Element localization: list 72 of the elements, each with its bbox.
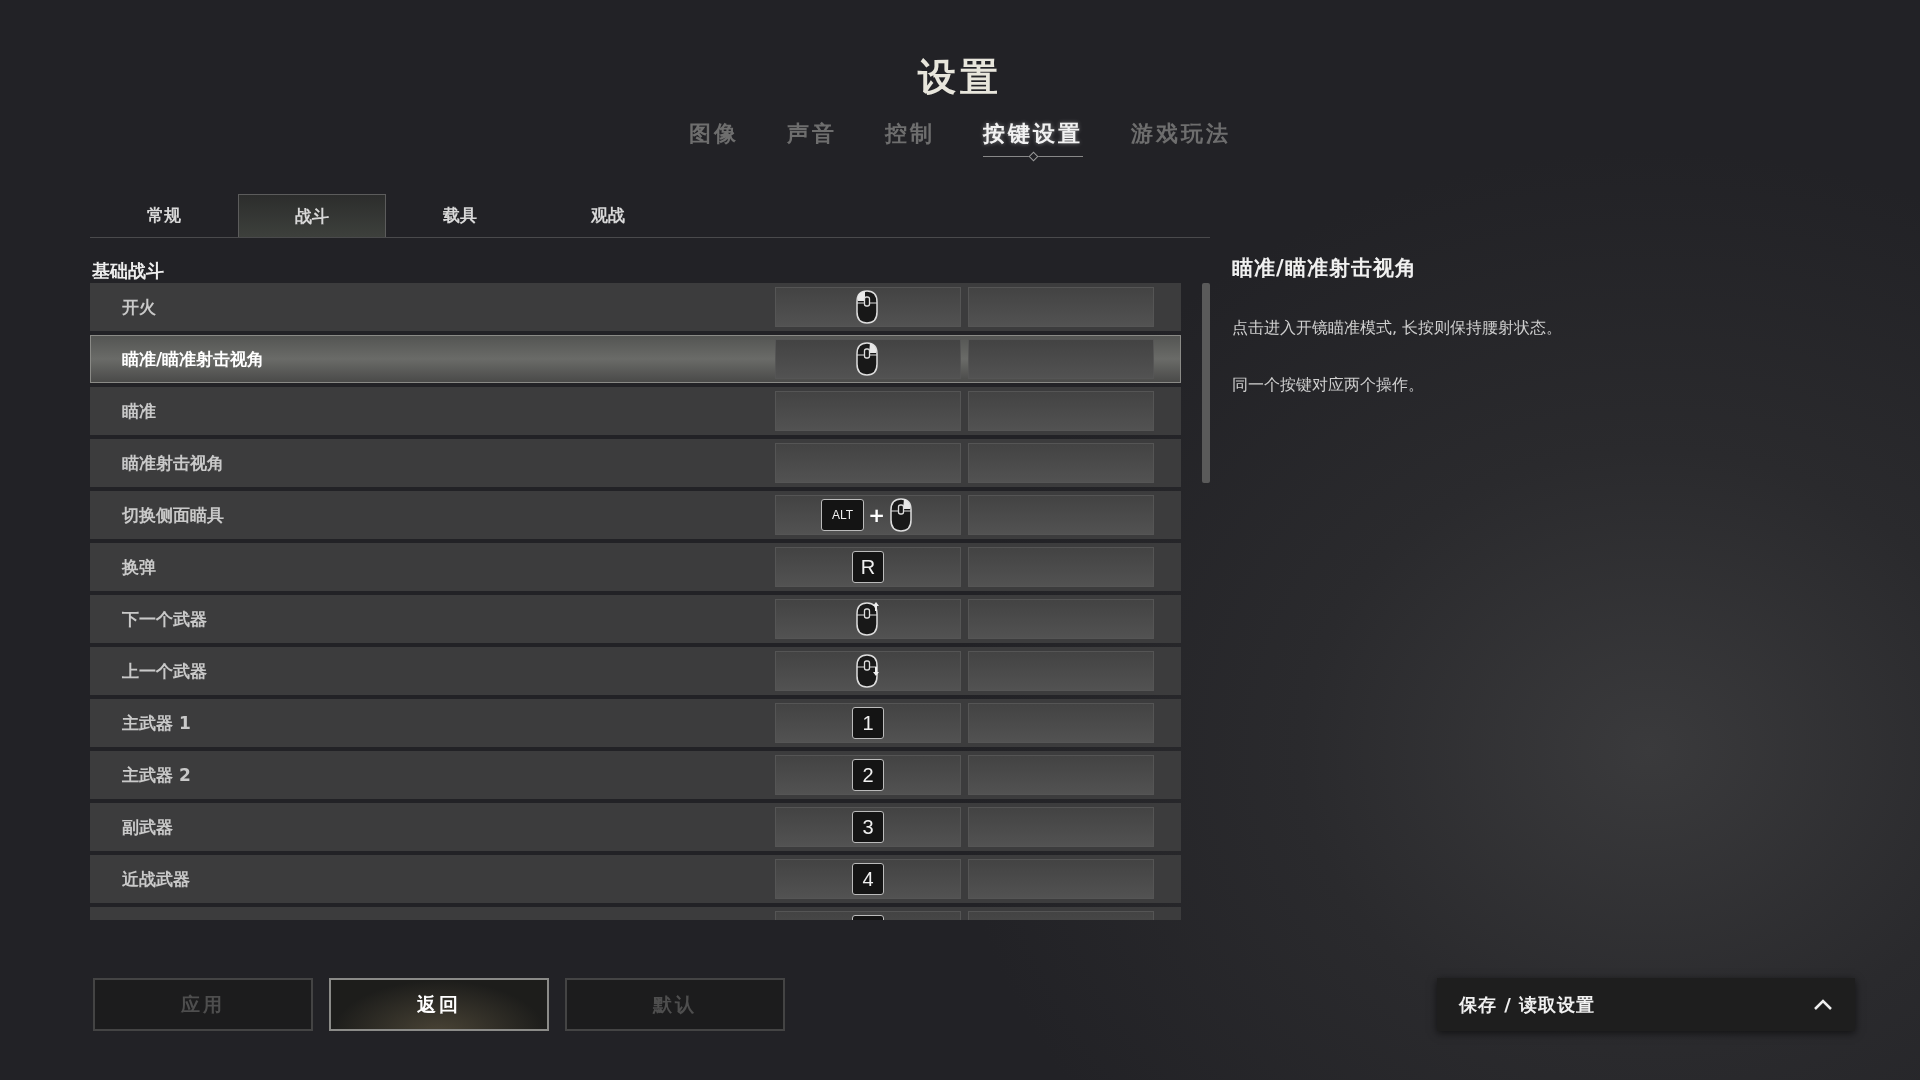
- key-cap: R: [852, 551, 884, 583]
- detail-text: 同一个按键对应两个操作。: [1232, 375, 1425, 396]
- primary-binding-slot[interactable]: [775, 339, 961, 379]
- keybind-row[interactable]: 瞄准/瞄准射击视角: [90, 335, 1181, 383]
- action-label: 近战武器: [122, 868, 190, 889]
- key-cap: 4: [852, 863, 884, 895]
- action-label: 开火: [122, 296, 156, 317]
- save-load-dropdown[interactable]: 保存 / 读取设置: [1437, 978, 1855, 1031]
- action-label: 主武器 1: [122, 712, 191, 733]
- secondary-binding-slot[interactable]: [968, 391, 1154, 431]
- sub-tab[interactable]: 观战: [534, 194, 682, 237]
- keybind-row[interactable]: 近战武器 4: [90, 855, 1181, 903]
- mouse-icon: [855, 341, 881, 377]
- action-label: 主武器 2: [122, 764, 191, 785]
- scrollbar-thumb[interactable]: [1202, 283, 1210, 483]
- sub-tab[interactable]: 载具: [386, 194, 534, 237]
- action-label: 换弹: [122, 556, 156, 577]
- secondary-binding-slot[interactable]: [968, 703, 1154, 743]
- action-label: 上一个武器: [122, 660, 207, 681]
- sub-tab[interactable]: 战斗: [238, 194, 386, 237]
- mouse-icon: [855, 289, 881, 325]
- keybind-row[interactable]: 切换侧面瞄具 ALT +: [90, 491, 1181, 539]
- action-label: 下一个武器: [122, 608, 207, 629]
- secondary-binding-slot[interactable]: [968, 339, 1154, 379]
- keybind-row[interactable]: 下一个武器: [90, 595, 1181, 643]
- page-title: 设置: [918, 54, 1002, 101]
- secondary-binding-slot[interactable]: [968, 443, 1154, 483]
- mouse-icon: [855, 601, 881, 637]
- primary-binding-slot[interactable]: 2: [775, 755, 961, 795]
- secondary-binding-slot[interactable]: [968, 859, 1154, 899]
- secondary-binding-slot[interactable]: [968, 807, 1154, 847]
- secondary-binding-slot[interactable]: [968, 599, 1154, 639]
- secondary-binding-slot[interactable]: [968, 547, 1154, 587]
- keybind-row[interactable]: 瞄准: [90, 387, 1181, 435]
- primary-binding-slot[interactable]: R: [775, 547, 961, 587]
- primary-binding-slot[interactable]: 3: [775, 807, 961, 847]
- action-label: 瞄准射击视角: [122, 452, 224, 473]
- mouse-icon: [888, 497, 915, 533]
- plus-sign: +: [868, 503, 885, 527]
- secondary-binding-slot[interactable]: [968, 651, 1154, 691]
- action-label: 瞄准: [122, 400, 156, 421]
- keybind-row[interactable]: 瞄准射击视角: [90, 439, 1181, 487]
- primary-binding-slot[interactable]: ALT +: [775, 495, 961, 535]
- chevron-icon: [1813, 998, 1833, 1011]
- action-label: 切换侧面瞄具: [122, 504, 224, 525]
- primary-binding-slot[interactable]: [775, 599, 961, 639]
- main-tab[interactable]: 按键设置: [959, 119, 1107, 163]
- section-heading: 基础战斗: [91, 259, 165, 283]
- keybind-row[interactable]: 上一个武器: [90, 647, 1181, 695]
- key-cap: 1: [852, 707, 884, 739]
- keybind-row[interactable]: 换弹 R: [90, 543, 1181, 591]
- keybind-row[interactable]: 副武器 3: [90, 803, 1181, 851]
- primary-binding-slot[interactable]: 4: [775, 859, 961, 899]
- secondary-binding-slot[interactable]: [968, 287, 1154, 327]
- primary-binding-slot[interactable]: [775, 651, 961, 691]
- secondary-binding-slot[interactable]: [968, 495, 1154, 535]
- keybind-row[interactable]: 开火: [90, 283, 1181, 331]
- keybind-row[interactable]: 主武器 2 2: [90, 751, 1181, 799]
- key-cap: 2: [852, 759, 884, 791]
- primary-binding-slot[interactable]: 1: [775, 703, 961, 743]
- keybind-row[interactable]: 主武器 1 1: [90, 699, 1181, 747]
- secondary-binding-slot[interactable]: [968, 755, 1154, 795]
- action-label: 副武器: [122, 816, 173, 837]
- detail-title: 瞄准/瞄准射击视角: [1232, 255, 1418, 282]
- mouse-icon: [855, 653, 881, 689]
- sub-tab[interactable]: 常规: [90, 194, 238, 237]
- key-cap: 3: [852, 811, 884, 843]
- detail-text: 点击进入开镜瞄准模式, 长按则保持腰射状态。: [1232, 318, 1563, 339]
- action-button[interactable]: 返回: [329, 978, 549, 1031]
- action-label: 瞄准/瞄准射击视角: [122, 348, 265, 369]
- primary-binding-slot[interactable]: [775, 287, 961, 327]
- key-cap: ALT: [821, 499, 865, 531]
